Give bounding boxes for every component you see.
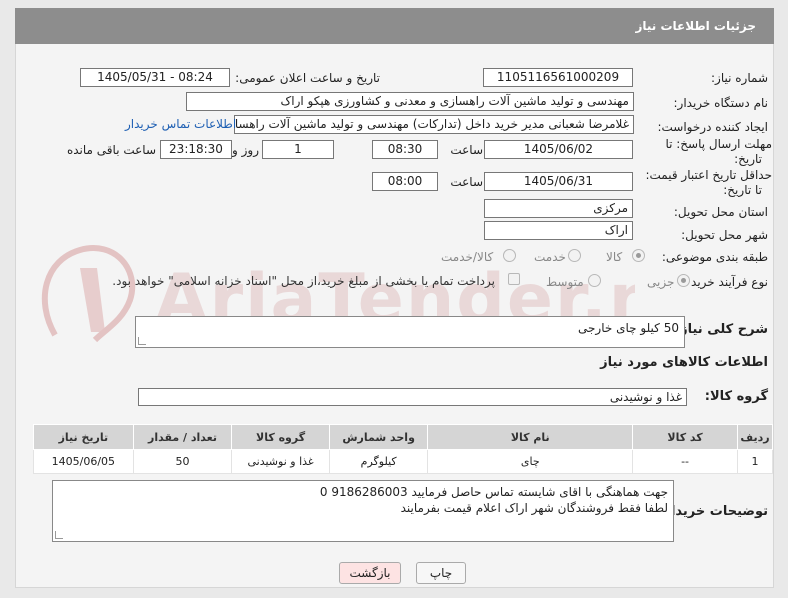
remaining-label: ساعت باقی مانده bbox=[66, 143, 156, 157]
province-field: مرکزی bbox=[484, 199, 633, 218]
buyer-contact-link[interactable]: اطلاعات تماس خریدار bbox=[125, 117, 236, 131]
process-option-medium: متوسط bbox=[546, 275, 584, 289]
category-label: طبقه بندی موضوعی: bbox=[661, 250, 768, 264]
remaining-time-field: 23:18:30 bbox=[160, 140, 232, 159]
col-group: گروه کالا bbox=[231, 424, 330, 450]
col-unit: واحد شمارش bbox=[328, 424, 429, 450]
cell-unit: کیلوگرم bbox=[328, 449, 429, 474]
goods-group-field: غذا و نوشیدنی bbox=[138, 388, 687, 406]
province-label: استان محل تحویل: bbox=[673, 205, 768, 219]
cell-name: چای bbox=[427, 449, 634, 474]
category-option-service: خدمت bbox=[534, 250, 566, 264]
buyer-notes-line-1: جهت هماهنگی با اقای شایسته تماس حاصل فرم… bbox=[319, 485, 668, 499]
description-label: شرح کلی نیاز: bbox=[674, 322, 768, 337]
treasury-payment-checkbox[interactable] bbox=[508, 273, 520, 285]
cell-quantity: 50 bbox=[132, 449, 233, 474]
buyer-notes-label: توضیحات خریدار: bbox=[658, 504, 768, 519]
cell-code: -- bbox=[632, 449, 739, 474]
buyer-label: نام دستگاه خریدار: bbox=[673, 96, 769, 110]
price-date-field: 1405/06/31 bbox=[484, 172, 633, 191]
announce-label: تاریخ و ساعت اعلان عمومی: bbox=[235, 71, 380, 85]
goods-section-title: اطلاعات کالاهای مورد نیاز bbox=[600, 355, 768, 370]
deadline-date-field: 1405/06/02 bbox=[484, 140, 633, 159]
price-deadline-label: حداقل تاریخ اعتبار قیمت: bbox=[645, 168, 772, 182]
goods-table: ردیف کد کالا نام کالا واحد شمارش گروه کا… bbox=[33, 424, 773, 474]
header-bar: جزئیات اطلاعات نیاز bbox=[15, 8, 774, 44]
category-option-goods: کالا bbox=[606, 250, 623, 264]
table-row: 1 -- چای کیلوگرم غذا و نوشیدنی 50 1405/0… bbox=[33, 449, 773, 474]
back-button[interactable]: بازگشت bbox=[339, 562, 401, 584]
deadline-time-label: ساعت bbox=[450, 143, 483, 157]
announce-field: 1405/05/31 - 08:24 bbox=[80, 68, 230, 87]
buyer-notes-line-2: لطفا فقط فروشندگان شهر اراک اعلام قیمت ب… bbox=[400, 501, 668, 515]
process-radio-minor[interactable] bbox=[677, 274, 690, 287]
city-field: اراک bbox=[484, 221, 633, 240]
price-time-field: 08:00 bbox=[372, 172, 438, 191]
resize-grip-icon[interactable] bbox=[138, 337, 146, 345]
process-option-minor: جزیی bbox=[647, 275, 675, 289]
table-header-row: ردیف کد کالا نام کالا واحد شمارش گروه کا… bbox=[33, 424, 773, 450]
col-quantity: تعداد / مقدار bbox=[132, 424, 233, 450]
price-deadline-label-date: تا تاریخ: bbox=[723, 183, 762, 197]
description-text: 50 کیلو چای خارجی bbox=[578, 321, 679, 335]
resize-grip-icon[interactable] bbox=[55, 531, 63, 539]
col-row: ردیف bbox=[737, 424, 773, 450]
need-number-label: شماره نیاز: bbox=[711, 71, 768, 85]
price-time-label: ساعت bbox=[450, 175, 483, 189]
col-date: تاریخ نیاز bbox=[33, 424, 134, 450]
category-radio-service[interactable] bbox=[568, 249, 581, 262]
deadline-time-field: 08:30 bbox=[372, 140, 438, 159]
category-option-both: کالا/خدمت bbox=[441, 250, 494, 264]
city-label: شهر محل تحویل: bbox=[681, 228, 768, 242]
cell-group: غذا و نوشیدنی bbox=[231, 449, 330, 474]
deadline-label: مهلت ارسال پاسخ: تا bbox=[665, 137, 772, 151]
creator-field: غلامرضا شعبانی مدیر خرید داخل (تدارکات) … bbox=[234, 115, 634, 134]
days-label: روز و bbox=[232, 143, 259, 157]
print-button[interactable]: چاپ bbox=[416, 562, 466, 584]
cell-date: 1405/06/05 bbox=[33, 449, 134, 474]
page-title: جزئیات اطلاعات نیاز bbox=[635, 19, 756, 33]
buyer-field: مهندسی و تولید ماشین آلات راهسازی و معدن… bbox=[186, 92, 634, 111]
col-code: کد کالا bbox=[632, 424, 739, 450]
process-label: نوع فرآیند خرید : bbox=[683, 275, 768, 289]
process-radio-medium[interactable] bbox=[588, 274, 601, 287]
buyer-notes-textarea[interactable]: جهت هماهنگی با اقای شایسته تماس حاصل فرم… bbox=[52, 480, 674, 542]
description-textarea[interactable]: 50 کیلو چای خارجی bbox=[135, 316, 685, 348]
cell-row: 1 bbox=[737, 449, 773, 474]
col-name: نام کالا bbox=[427, 424, 634, 450]
creator-label: ایجاد کننده درخواست: bbox=[657, 120, 768, 134]
goods-group-label: گروه کالا: bbox=[704, 389, 768, 404]
deadline-label-date: تاریخ: bbox=[734, 152, 762, 166]
category-radio-both[interactable] bbox=[503, 249, 516, 262]
days-field: 1 bbox=[262, 140, 334, 159]
category-radio-goods[interactable] bbox=[632, 249, 645, 262]
treasury-payment-note: پرداخت تمام یا بخشی از مبلغ خرید،از محل … bbox=[112, 274, 495, 288]
need-number-field: 1105116561000209 bbox=[483, 68, 633, 87]
